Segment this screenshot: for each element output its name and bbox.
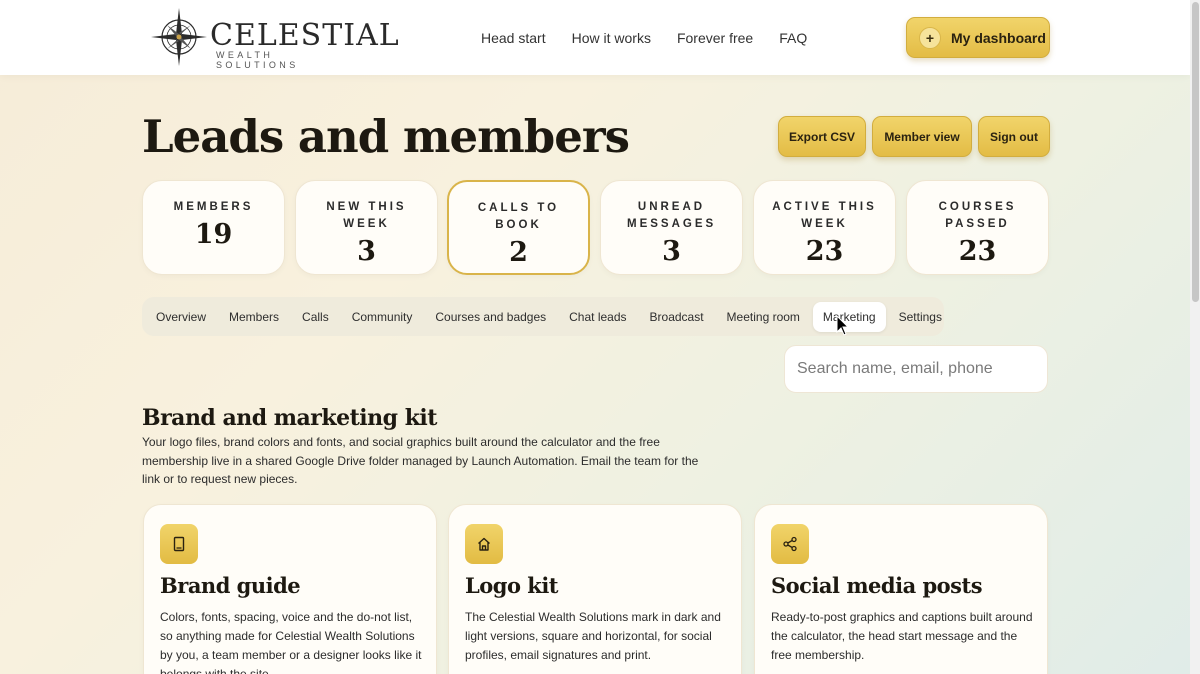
tab-chat-leads[interactable]: Chat leads [559,302,636,332]
nav-faq[interactable]: FAQ [779,30,807,46]
stat-value: 23 [958,236,997,267]
stat-active-this-week[interactable]: ACTIVE THIS WEEK 23 [753,180,896,275]
celestial-logo[interactable]: CELESTIAL WEALTH SOLUTIONS [150,6,399,70]
card-title: Social media posts [771,573,983,598]
search-input[interactable] [784,345,1048,393]
nav-how-it-works[interactable]: How it works [572,30,651,46]
stat-value: 2 [509,237,528,268]
stat-members[interactable]: MEMBERS 19 [142,180,285,275]
page-scrollbar[interactable] [1190,0,1200,674]
section-description: Your logo files, brand colors and fonts,… [142,435,699,486]
logo-kit-icon-button[interactable] [465,524,503,564]
scrollbar-thumb[interactable] [1192,2,1199,302]
share-icon [783,536,797,552]
stat-value: 23 [805,236,844,267]
book-icon [173,536,185,552]
tab-broadcast[interactable]: Broadcast [640,302,714,332]
logo-kit-card[interactable]: Logo kit The Celestial Wealth Solutions … [448,504,742,674]
card-description: The Celestial Wealth Solutions mark in d… [465,610,721,662]
stat-new-this-week[interactable]: NEW THIS WEEK 3 [295,180,438,275]
mouse-cursor-icon [836,315,850,336]
admin-tabs: Overview Members Calls Community Courses… [142,297,944,336]
stat-value: 19 [194,219,233,250]
nav-head-start[interactable]: Head start [481,30,546,46]
stat-label: CALLS TO BOOK [477,202,560,231]
nav-forever-free[interactable]: Forever free [677,30,753,46]
stat-unread-messages[interactable]: UNREAD MESSAGES 3 [600,180,743,275]
tab-members[interactable]: Members [219,302,289,332]
my-dashboard-label: My dashboard [951,29,1046,46]
page-title: Leads and members [142,110,630,163]
stat-label: NEW THIS WEEK [326,201,407,230]
brand-guide-card[interactable]: Brand guide Colors, fonts, spacing, voic… [143,504,437,674]
tab-settings[interactable]: Settings [889,302,952,332]
home-icon [478,537,490,551]
brand-subtitle: WEALTH SOLUTIONS [216,50,299,70]
tab-overview[interactable]: Overview [146,302,216,332]
main-nav: Head start How it works Forever free FAQ [481,30,807,46]
brand-name: CELESTIAL [210,18,400,53]
tab-meeting-room[interactable]: Meeting room [717,302,810,332]
stat-label: UNREAD MESSAGES [627,201,717,230]
card-description: Ready-to-post graphics and captions buil… [771,610,1033,662]
plus-icon: + [919,26,941,49]
export-csv-button[interactable]: Export CSV [778,116,866,157]
stat-label: ACTIVE THIS WEEK [772,201,877,230]
stat-calls-to-book[interactable]: CALLS TO BOOK 2 [447,180,590,275]
tab-community[interactable]: Community [342,302,423,332]
stat-value: 3 [662,236,681,267]
stat-courses-passed[interactable]: COURSES PASSED 23 [906,180,1049,275]
brand-guide-icon-button[interactable] [160,524,198,564]
tab-courses-and-badges[interactable]: Courses and badges [425,302,556,332]
card-title: Logo kit [465,573,559,598]
stat-label: COURSES PASSED [938,201,1017,230]
tab-calls[interactable]: Calls [292,302,339,332]
social-media-posts-card[interactable]: Social media posts Ready-to-post graphic… [754,504,1048,674]
social-media-icon-button[interactable] [771,524,809,564]
sign-out-button[interactable]: Sign out [978,116,1050,157]
section-title: Brand and marketing kit [142,405,437,431]
card-description: Colors, fonts, spacing, voice and the do… [160,610,422,674]
stat-label: MEMBERS [173,201,254,213]
stat-value: 3 [357,236,376,267]
member-view-button[interactable]: Member view [872,116,972,157]
compass-logo-icon [151,8,207,66]
my-dashboard-button[interactable]: + My dashboard [906,17,1050,58]
card-title: Brand guide [160,573,301,598]
